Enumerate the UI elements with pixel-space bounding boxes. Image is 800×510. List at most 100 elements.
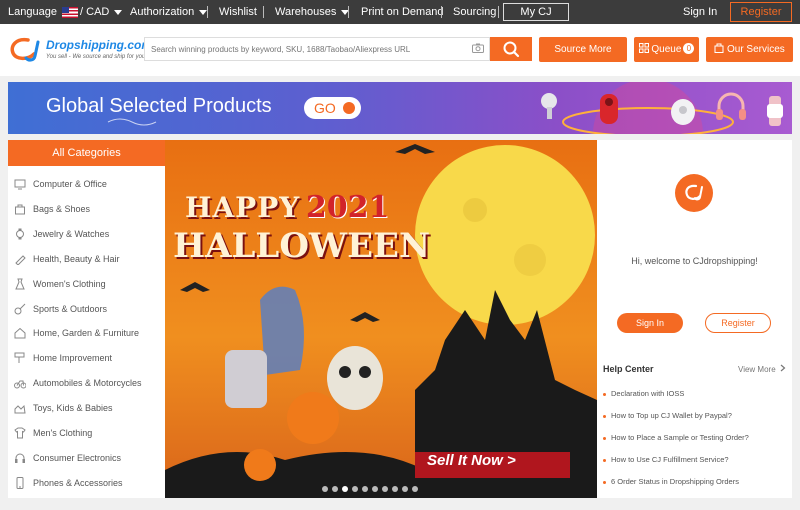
category-label: Sports & Outdoors <box>33 303 108 314</box>
hero-happy-text: HAPPY <box>185 191 301 224</box>
carousel-dot[interactable] <box>382 486 388 492</box>
bullet-icon <box>603 458 606 462</box>
beauty-icon <box>15 254 26 265</box>
category-label: Phones & Accessories <box>33 477 123 488</box>
help-article-link[interactable]: How to Use CJ Fulfillment Service? <box>603 455 729 464</box>
welcome-message: Hi, welcome to CJdropshipping! <box>631 256 758 266</box>
category-item[interactable]: Home, Garden & Furniture <box>8 321 165 345</box>
category-item[interactable]: Health, Beauty & Hair <box>8 247 165 271</box>
my-cj-button[interactable]: My CJ <box>503 3 569 21</box>
chevron-right-icon <box>780 364 786 372</box>
category-item[interactable]: Men's Clothing <box>8 421 165 445</box>
category-sidebar: All Categories Computer & Office Bags & S… <box>8 140 165 498</box>
category-label: Men's Clothing <box>33 428 93 438</box>
search-box <box>144 37 490 61</box>
account-panel: Hi, welcome to CJdropshipping! Sign In R… <box>597 140 792 498</box>
cj-logo-icon[interactable] <box>8 36 46 62</box>
language-label: Language <box>8 6 57 18</box>
register-button[interactable]: Register <box>730 2 792 22</box>
category-item[interactable]: Bags & Shoes <box>8 197 165 221</box>
source-more-button[interactable]: Source More <box>539 37 627 62</box>
language-selector[interactable]: Language / CAD <box>8 0 123 24</box>
category-label: Women's Clothing <box>33 278 106 289</box>
sourcing-link[interactable]: Sourcing <box>453 0 496 24</box>
services-icon <box>714 43 724 53</box>
divider <box>207 6 208 18</box>
sell-it-now-button[interactable]: Sell It Now > <box>427 452 516 469</box>
wishlist-link[interactable]: Wishlist <box>219 0 257 24</box>
sign-in-button[interactable]: Sign In <box>617 313 683 333</box>
category-item[interactable]: Toys, Kids & Babies <box>8 396 165 420</box>
help-article-link[interactable]: 6 Order Status in Dropshipping Orders <box>603 477 739 486</box>
category-label: Computer & Office <box>33 179 107 189</box>
search-input[interactable] <box>145 38 465 60</box>
carousel-dot[interactable] <box>342 486 348 492</box>
carousel-dot[interactable] <box>352 486 358 492</box>
banner-go-button[interactable]: GO <box>304 97 361 119</box>
divider <box>498 6 499 18</box>
logo-tagline: You sell - We source and ship for you! <box>46 54 147 60</box>
watch-icon <box>16 228 24 240</box>
bullet-icon <box>603 392 606 396</box>
help-article-link[interactable]: How to Top up CJ Wallet by Paypal? <box>603 411 732 420</box>
promo-banner[interactable]: Global Selected Products GO <box>8 82 792 134</box>
carousel-dot[interactable] <box>402 486 408 492</box>
all-categories-header[interactable]: All Categories <box>8 140 165 166</box>
authorization-menu[interactable]: Authorization <box>130 0 208 24</box>
carousel-dot[interactable] <box>412 486 418 492</box>
hero-carousel[interactable]: HAPPY 2021 HALLOWEEN Sell It Now > <box>165 140 597 498</box>
category-item[interactable]: Computer & Office <box>8 172 165 196</box>
print-on-demand-link[interactable]: Print on Demand <box>361 0 444 24</box>
category-label: Health, Beauty & Hair <box>33 253 120 264</box>
category-item[interactable]: Consumer Electronics <box>8 446 165 470</box>
category-label: Bags & Shoes <box>33 203 91 214</box>
bullet-icon <box>603 414 606 418</box>
category-item[interactable]: Sports & Outdoors <box>8 297 165 321</box>
hero-year-text: 2021 <box>305 190 390 225</box>
tool-icon <box>14 352 25 364</box>
help-article-label: Declaration with IOSS <box>611 389 685 398</box>
queue-icon <box>638 43 649 53</box>
bullet-icon <box>603 436 606 440</box>
speaker-icon <box>600 94 618 124</box>
divider <box>263 6 264 18</box>
queue-count-badge: 0 <box>683 43 695 54</box>
carousel-dot[interactable] <box>392 486 398 492</box>
headphones-icon <box>716 92 746 120</box>
queue-button[interactable]: Queue 0 <box>634 37 699 62</box>
help-article-link[interactable]: How to Place a Sample or Testing Order? <box>603 433 749 442</box>
help-article-label: How to Place a Sample or Testing Order? <box>611 433 749 442</box>
sign-in-link[interactable]: Sign In <box>683 0 717 24</box>
carousel-dot[interactable] <box>332 486 338 492</box>
category-label: Home, Garden & Furniture <box>33 328 140 339</box>
hero-halloween-text: HALLOWEEN <box>173 226 431 266</box>
search-icon <box>503 41 520 58</box>
camera-icon[interactable] <box>472 43 484 53</box>
site-header: Dropshipping.com You sell - We source an… <box>0 24 800 76</box>
category-label: Home Improvement <box>33 353 113 364</box>
banner-title: Global Selected Products <box>46 95 272 117</box>
category-item[interactable]: Women's Clothing <box>8 272 165 296</box>
cj-avatar-logo-icon <box>685 184 703 201</box>
our-services-button[interactable]: Our Services <box>706 37 793 62</box>
register-button-secondary[interactable]: Register <box>705 313 771 333</box>
shirt-icon <box>14 427 26 439</box>
view-more-label: View More <box>738 365 776 374</box>
chevron-down-icon <box>114 9 123 15</box>
hero-headline: HAPPY 2021 <box>185 190 389 225</box>
search-button[interactable] <box>490 37 532 61</box>
help-article-link[interactable]: Declaration with IOSS <box>603 389 684 398</box>
help-article-label: 6 Order Status in Dropshipping Orders <box>611 477 739 486</box>
category-item[interactable]: Phones & Accessories <box>8 471 165 495</box>
carousel-dot[interactable] <box>322 486 328 492</box>
view-more-link[interactable]: View More <box>738 364 786 374</box>
warehouses-menu[interactable]: Warehouses <box>275 0 350 24</box>
category-item[interactable]: Jewelry & Watches <box>8 222 165 246</box>
bag-icon <box>15 204 25 215</box>
logo-text[interactable]: Dropshipping.com <box>46 38 152 52</box>
go-label: GO <box>314 100 336 116</box>
category-item[interactable]: Home Improvement <box>8 346 165 370</box>
carousel-dot[interactable] <box>372 486 378 492</box>
carousel-dot[interactable] <box>362 486 368 492</box>
category-item[interactable]: Automobiles & Motorcycles <box>8 371 165 395</box>
